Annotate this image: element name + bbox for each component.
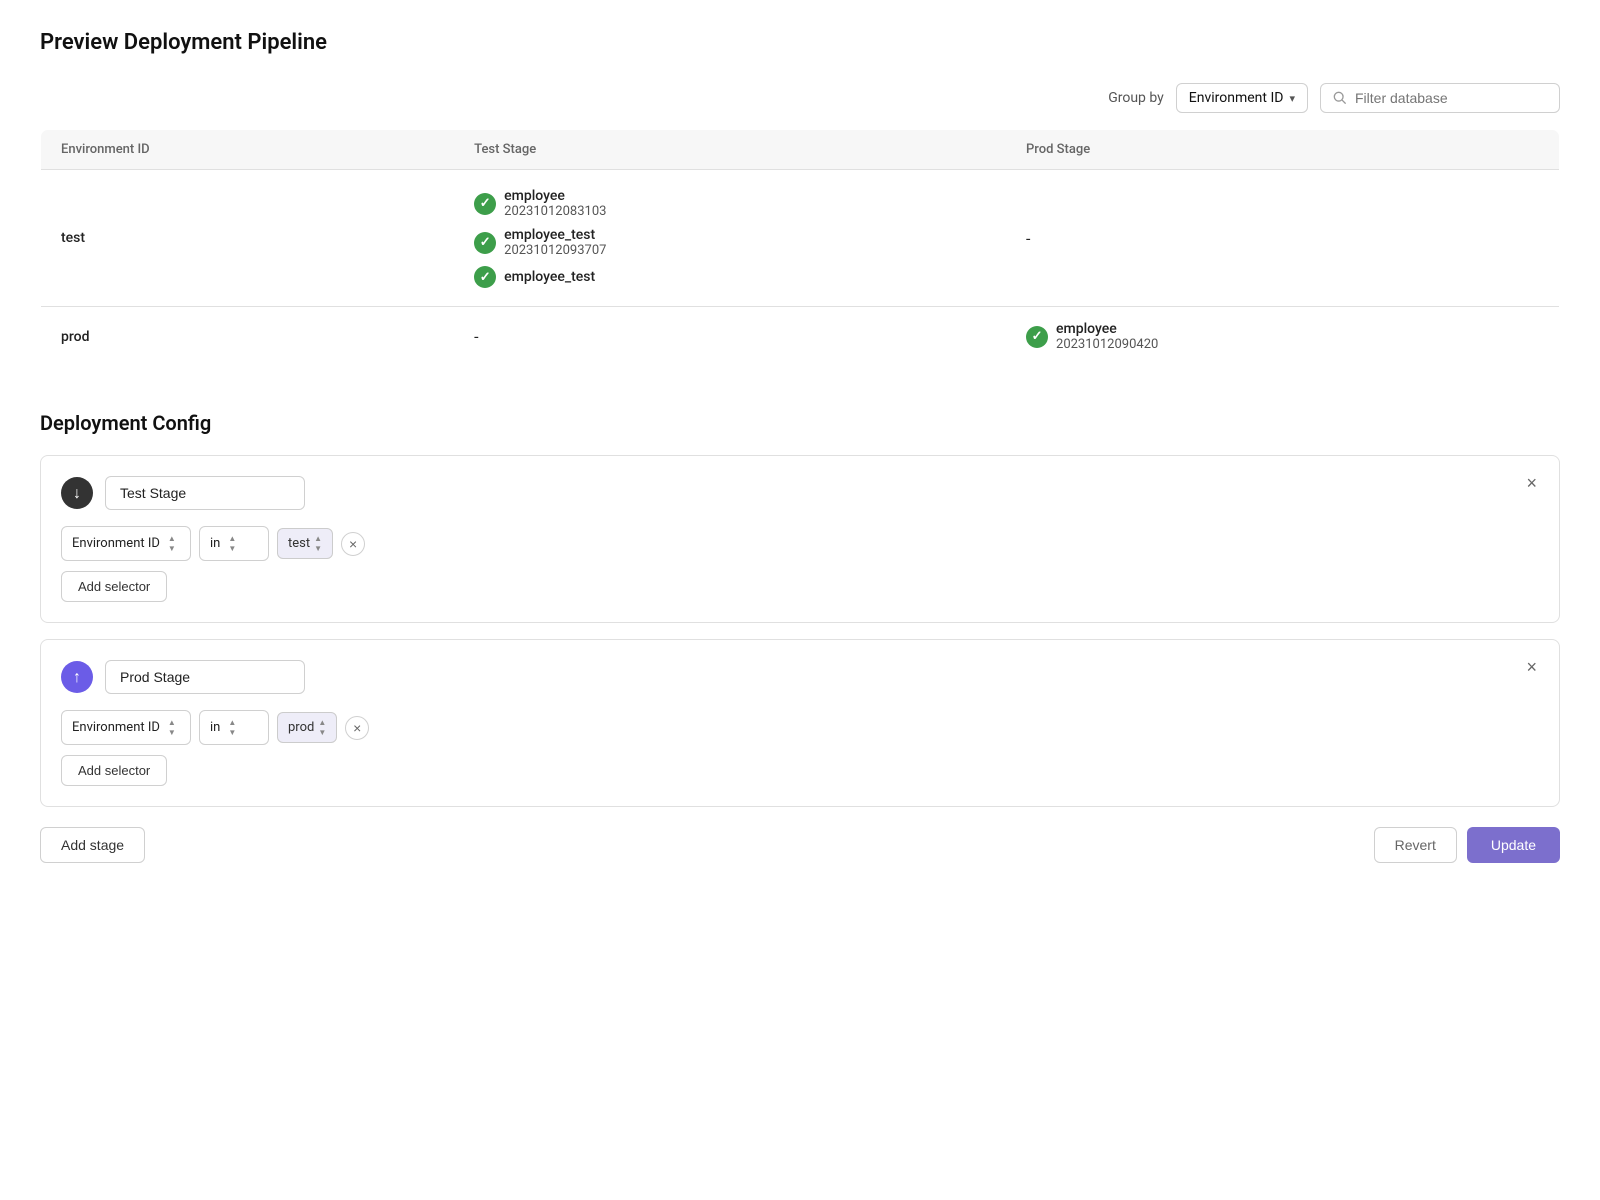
add-stage-button[interactable]: Add stage (40, 827, 145, 863)
test-stage-dash: - (454, 307, 1006, 367)
operator-dropdown[interactable]: in ▲ ▼ (199, 710, 269, 745)
stage-close-button[interactable]: × (1520, 472, 1543, 494)
revert-button[interactable]: Revert (1374, 827, 1457, 863)
col-test-stage: Test Stage (454, 130, 1006, 170)
db-id: 20231012090420 (1056, 337, 1158, 352)
value-tag[interactable]: prod ▲ ▼ (277, 712, 337, 743)
right-actions: Revert Update (1374, 827, 1560, 863)
selector-row: Environment ID ▲ ▼ in ▲ ▼ test ▲ ▼ × (61, 526, 1539, 561)
preview-table: Environment ID Test Stage Prod Stage tes… (40, 129, 1560, 367)
bottom-actions: Add stage Revert Update (40, 827, 1560, 863)
remove-selector-button[interactable]: × (345, 716, 369, 740)
filter-database-input[interactable] (1355, 90, 1547, 106)
remove-selector-button[interactable]: × (341, 532, 365, 556)
group-by-dropdown[interactable]: Environment ID ▾ (1176, 83, 1308, 113)
field-value: Environment ID (72, 720, 160, 735)
field-dropdown[interactable]: Environment ID ▲ ▼ (61, 526, 191, 561)
stage-header (61, 476, 1539, 510)
tag-value: test (288, 536, 310, 551)
db-entry: employee_test (474, 262, 986, 292)
operator-stepper[interactable]: ▲ ▼ (228, 718, 236, 737)
db-name: employee_test (504, 269, 595, 285)
update-button[interactable]: Update (1467, 827, 1560, 863)
deployment-config-title: Deployment Config (40, 411, 1560, 435)
operator-stepper[interactable]: ▲ ▼ (228, 534, 236, 553)
value-tag[interactable]: test ▲ ▼ (277, 528, 333, 559)
check-icon (474, 266, 496, 288)
db-id: 20231012093707 (504, 243, 606, 258)
check-icon (474, 232, 496, 254)
tag-value: prod (288, 720, 314, 735)
stage-name-input[interactable] (105, 660, 305, 694)
tag-stepper[interactable]: ▲ ▼ (314, 534, 322, 553)
check-icon (474, 193, 496, 215)
add-selector-button-test[interactable]: Add selector (61, 571, 167, 602)
field-dropdown[interactable]: Environment ID ▲ ▼ (61, 710, 191, 745)
filter-database-input-wrap (1320, 83, 1560, 113)
stage-block-prod: × Environment ID ▲ ▼ in ▲ ▼ prod ▲ ▼ × (40, 639, 1560, 807)
operator-value: in (210, 536, 220, 551)
db-name: employee (1056, 321, 1158, 337)
table-header-row: Environment ID Test Stage Prod Stage (41, 130, 1560, 170)
page-title: Preview Deployment Pipeline (40, 30, 1560, 55)
table-row: prod - employee 20231012090420 (41, 307, 1560, 367)
toolbar: Group by Environment ID ▾ (40, 83, 1560, 113)
db-entry: employee_test 20231012093707 (474, 223, 986, 262)
group-by-value: Environment ID (1189, 90, 1284, 106)
prod-stage-cell: employee 20231012090420 (1006, 307, 1559, 367)
stage-up-icon (61, 661, 93, 693)
col-prod-stage: Prod Stage (1006, 130, 1559, 170)
stage-down-icon (61, 477, 93, 509)
stage-header (61, 660, 1539, 694)
check-icon (1026, 326, 1048, 348)
operator-dropdown[interactable]: in ▲ ▼ (199, 526, 269, 561)
db-name: employee (504, 188, 606, 204)
stage-block-test: × Environment ID ▲ ▼ in ▲ ▼ test ▲ ▼ × (40, 455, 1560, 623)
env-id-cell: prod (41, 307, 455, 367)
tag-stepper[interactable]: ▲ ▼ (318, 718, 326, 737)
operator-value: in (210, 720, 220, 735)
field-value: Environment ID (72, 536, 160, 551)
search-icon (1333, 91, 1347, 105)
field-stepper[interactable]: ▲ ▼ (168, 534, 176, 553)
prod-stage-dash: - (1006, 170, 1559, 307)
table-row: test employee 20231012083103 employee_te… (41, 170, 1560, 307)
add-selector-button-prod[interactable]: Add selector (61, 755, 167, 786)
col-env-id: Environment ID (41, 130, 455, 170)
selector-row: Environment ID ▲ ▼ in ▲ ▼ prod ▲ ▼ × (61, 710, 1539, 745)
db-entry: employee 20231012083103 (474, 184, 986, 223)
stage-close-button[interactable]: × (1520, 656, 1543, 678)
group-by-label: Group by (1108, 90, 1164, 106)
env-id-cell: test (41, 170, 455, 307)
stage-name-input[interactable] (105, 476, 305, 510)
field-stepper[interactable]: ▲ ▼ (168, 718, 176, 737)
db-entry: employee 20231012090420 (1026, 317, 1539, 356)
db-id: 20231012083103 (504, 204, 606, 219)
test-stage-cell: employee 20231012083103 employee_test 20… (454, 170, 1006, 307)
db-name: employee_test (504, 227, 606, 243)
chevron-down-icon: ▾ (1289, 92, 1295, 105)
